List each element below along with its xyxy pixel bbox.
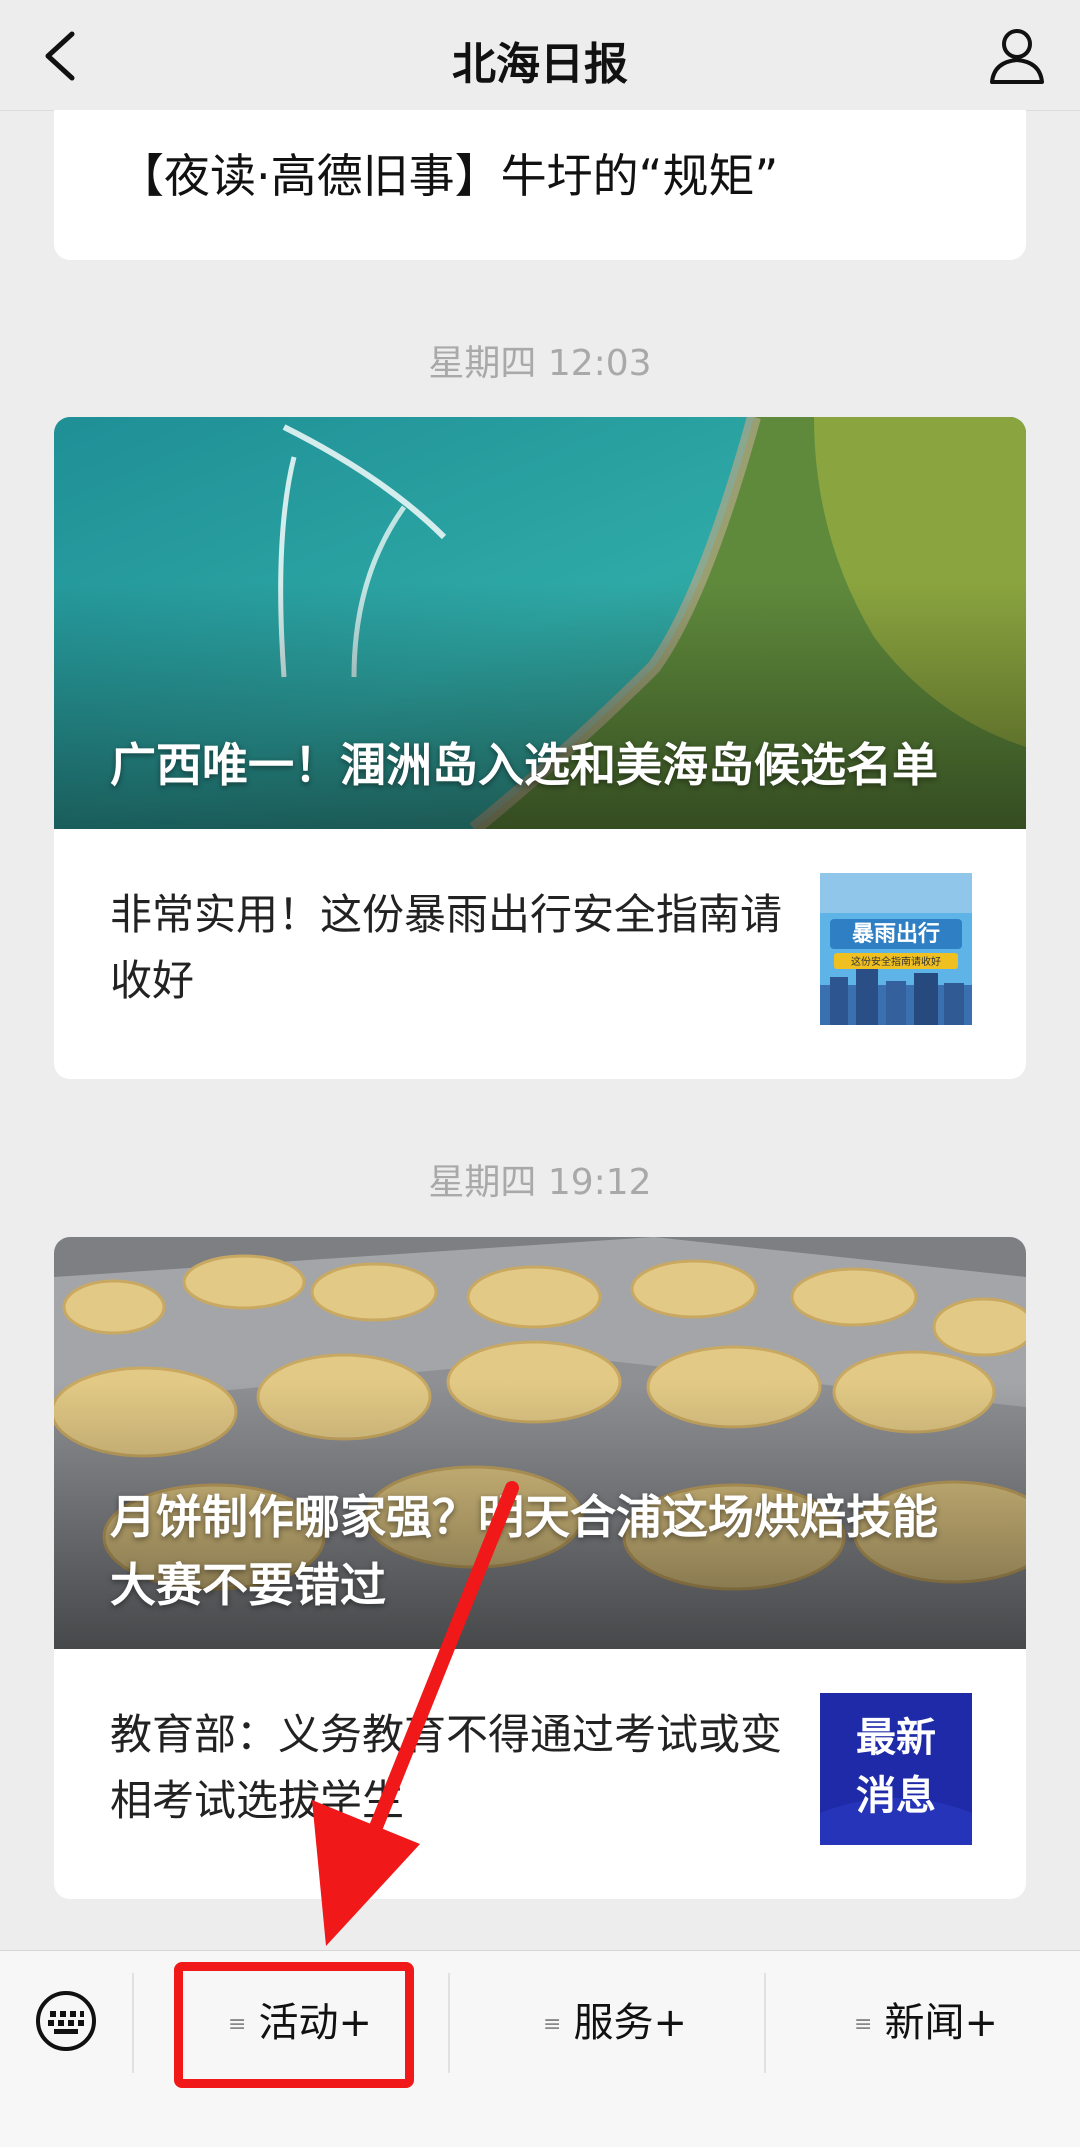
- article-title[interactable]: 非常实用！这份暴雨出行安全指南请收好: [110, 882, 810, 1014]
- highlight-box: [174, 1962, 414, 2088]
- article-card-top[interactable]: 【夜读·高德旧事】牛圩的“规矩”: [54, 110, 1026, 260]
- thumb-heading: 暴雨出行: [851, 921, 940, 947]
- top-nav-bar: 北海日报: [0, 0, 1080, 111]
- menu-label: 服务+: [573, 2000, 687, 2046]
- article-thumbnail[interactable]: 最新消息: [820, 1693, 972, 1845]
- article-group-card: 月饼制作哪家强？明天合浦这场烘焙技能大赛不要错过 教育部：义务教育不得通过考试或…: [54, 1237, 1026, 1899]
- hero-article-title[interactable]: 广西唯一！涠洲岛入选和美海岛候选名单: [110, 731, 956, 799]
- article-group-card: 广西唯一！涠洲岛入选和美海岛候选名单 非常实用！这份暴雨出行安全指南请收好 暴雨…: [54, 417, 1026, 1079]
- menu-item-services[interactable]: ≡ 服务+: [460, 1967, 770, 2079]
- menu-lines-icon: ≡: [543, 2012, 562, 2037]
- article-title[interactable]: 教育部：义务教育不得通过考试或变相考试选拔学生: [110, 1702, 810, 1834]
- rainstorm-thumbnail-image: 暴雨出行 这份安全指南请收好: [820, 873, 972, 1025]
- timestamp: 星期四 19:12: [428, 1162, 652, 1203]
- menu-lines-icon: ≡: [854, 2012, 873, 2037]
- menu-divider: [764, 1973, 766, 2073]
- user-profile-icon[interactable]: [984, 22, 1050, 88]
- keyboard-icon[interactable]: [34, 1989, 98, 2053]
- article-title[interactable]: 【夜读·高德旧事】牛圩的“规矩”: [118, 140, 778, 206]
- menu-item-news[interactable]: ≡ 新闻+: [776, 1967, 1076, 2079]
- article-thumbnail[interactable]: 暴雨出行 这份安全指南请收好: [820, 873, 972, 1025]
- page-title: 北海日报: [452, 39, 628, 90]
- menu-divider: [448, 1973, 450, 2073]
- menu-label: 新闻+: [884, 2000, 998, 2046]
- thumb-label: 最新消息: [856, 1715, 936, 1819]
- hero-article[interactable]: 广西唯一！涠洲岛入选和美海岛候选名单: [54, 417, 1026, 829]
- bottom-menu-bar: ≡ 活动+ ≡ 服务+ ≡ 新闻+: [0, 1950, 1080, 2147]
- thumb-caption: 这份安全指南请收好: [851, 955, 941, 968]
- hero-article[interactable]: 月饼制作哪家强？明天合浦这场烘焙技能大赛不要错过: [54, 1237, 1026, 1649]
- hero-article-title[interactable]: 月饼制作哪家强？明天合浦这场烘焙技能大赛不要错过: [110, 1483, 956, 1619]
- menu-divider: [132, 1973, 134, 2073]
- timestamp: 星期四 12:03: [428, 343, 652, 384]
